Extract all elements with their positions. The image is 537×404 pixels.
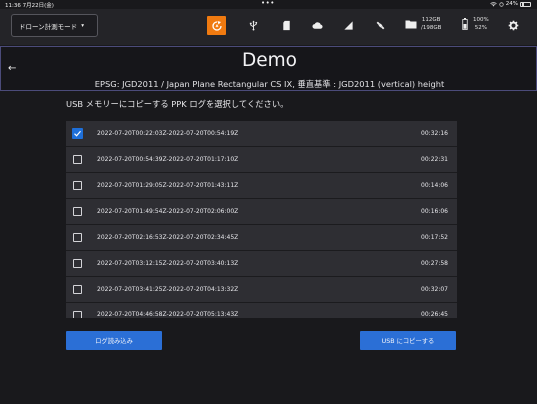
log-row[interactable]: 2022-07-20T00:22:03Z-2022-07-20T00:54:19… xyxy=(66,121,457,147)
log-name: 2022-07-20T03:41:25Z-2022-07-20T04:13:32… xyxy=(97,286,239,293)
mode-dropdown[interactable]: ドローン計測モード ▾ xyxy=(11,14,98,37)
wifi-icon xyxy=(489,1,497,6)
log-row[interactable]: 2022-07-20T01:49:54Z-2022-07-20T02:06:00… xyxy=(66,199,457,225)
instruction-text: USB メモリーにコピーする PPK ログを選択してください。 xyxy=(66,99,289,109)
checkbox[interactable] xyxy=(73,207,82,216)
log-duration: 00:22:31 xyxy=(421,156,448,163)
sd-card-icon[interactable] xyxy=(278,17,294,33)
log-duration: 00:16:06 xyxy=(421,208,448,215)
top-toolbar: ドローン計測モード ▾ 112GB /198GB 100% 52% xyxy=(0,9,537,45)
ppk-log-list[interactable]: 2022-07-20T00:22:03Z-2022-07-20T00:54:19… xyxy=(66,121,457,318)
project-header: ← Demo EPSG: JGD2011 / Japan Plane Recta… xyxy=(0,46,537,91)
chevron-down-icon: ▾ xyxy=(81,22,84,29)
log-name: 2022-07-20T01:29:05Z-2022-07-20T01:43:11… xyxy=(97,182,239,189)
checkbox-checked[interactable] xyxy=(72,128,83,139)
battery-icon xyxy=(462,18,468,30)
log-name: 2022-07-20T01:49:54Z-2022-07-20T02:06:00… xyxy=(97,208,239,215)
signal-icon[interactable] xyxy=(340,17,356,33)
location-icon xyxy=(499,1,504,7)
status-time-date: 11:36 7月22日(金) xyxy=(5,3,54,9)
checkbox[interactable] xyxy=(73,311,82,318)
gear-icon[interactable] xyxy=(505,17,521,33)
battery-level-2: 52% xyxy=(474,25,487,31)
checkbox[interactable] xyxy=(73,259,82,268)
storage-total: /198GB xyxy=(421,25,442,31)
log-duration: 00:27:58 xyxy=(421,260,448,267)
log-row[interactable]: 2022-07-20T00:54:39Z-2022-07-20T01:17:10… xyxy=(66,147,457,173)
copy-to-usb-button[interactable]: USB にコピーする xyxy=(360,331,456,350)
project-title: Demo xyxy=(242,50,297,71)
system-status-bar: 11:36 7月22日(金) ••• 24% xyxy=(0,0,537,9)
checkbox[interactable] xyxy=(73,181,82,190)
device-battery-indicator[interactable]: 100% 52% xyxy=(462,16,489,32)
checkbox[interactable] xyxy=(73,233,82,242)
log-name: 2022-07-20T02:16:53Z-2022-07-20T02:34:45… xyxy=(97,234,239,241)
storage-indicator[interactable]: 112GB /198GB xyxy=(405,16,441,32)
rtk-icon[interactable] xyxy=(207,16,226,35)
log-row[interactable]: 2022-07-20T02:16:53Z-2022-07-20T02:34:45… xyxy=(66,225,457,251)
log-row[interactable]: 2022-07-20T04:46:58Z-2022-07-20T05:13:43… xyxy=(66,303,457,318)
checkmark-icon xyxy=(74,130,81,137)
log-duration: 00:32:07 xyxy=(421,286,448,293)
storage-used: 112GB xyxy=(421,17,441,23)
log-name: 2022-07-20T00:54:39Z-2022-07-20T01:17:10… xyxy=(97,156,239,163)
log-duration: 00:17:52 xyxy=(421,234,448,241)
log-name: 2022-07-20T00:22:03Z-2022-07-20T00:54:19… xyxy=(97,130,239,137)
log-duration: 00:26:45 xyxy=(421,311,448,318)
battery-percent: 24% xyxy=(505,1,518,7)
coordinate-system-info: EPSG: JGD2011 / Japan Plane Rectangular … xyxy=(94,79,445,89)
log-duration: 00:32:16 xyxy=(421,130,448,137)
load-logs-button[interactable]: ログ読み込み xyxy=(66,331,162,350)
log-name: 2022-07-20T03:12:15Z-2022-07-20T03:40:13… xyxy=(97,260,239,267)
log-row[interactable]: 2022-07-20T03:12:15Z-2022-07-20T03:40:13… xyxy=(66,251,457,277)
folder-icon xyxy=(405,20,417,29)
checkbox[interactable] xyxy=(73,285,82,294)
multitasking-dots[interactable]: ••• xyxy=(261,0,275,7)
log-name: 2022-07-20T04:46:58Z-2022-07-20T05:13:43… xyxy=(97,311,239,318)
status-battery-icon xyxy=(520,1,531,7)
status-right-group: 24% xyxy=(489,1,531,7)
log-duration: 00:14:06 xyxy=(421,182,448,189)
checkbox[interactable] xyxy=(73,155,82,164)
mode-dropdown-label: ドローン計測モード xyxy=(19,22,78,31)
log-row[interactable]: 2022-07-20T01:29:05Z-2022-07-20T01:43:11… xyxy=(66,173,457,199)
cloud-icon[interactable] xyxy=(309,17,325,33)
usb-icon[interactable] xyxy=(245,17,261,33)
satellite-icon[interactable] xyxy=(372,17,388,33)
log-row[interactable]: 2022-07-20T03:41:25Z-2022-07-20T04:13:32… xyxy=(66,277,457,303)
battery-level-1: 100% xyxy=(473,17,489,23)
